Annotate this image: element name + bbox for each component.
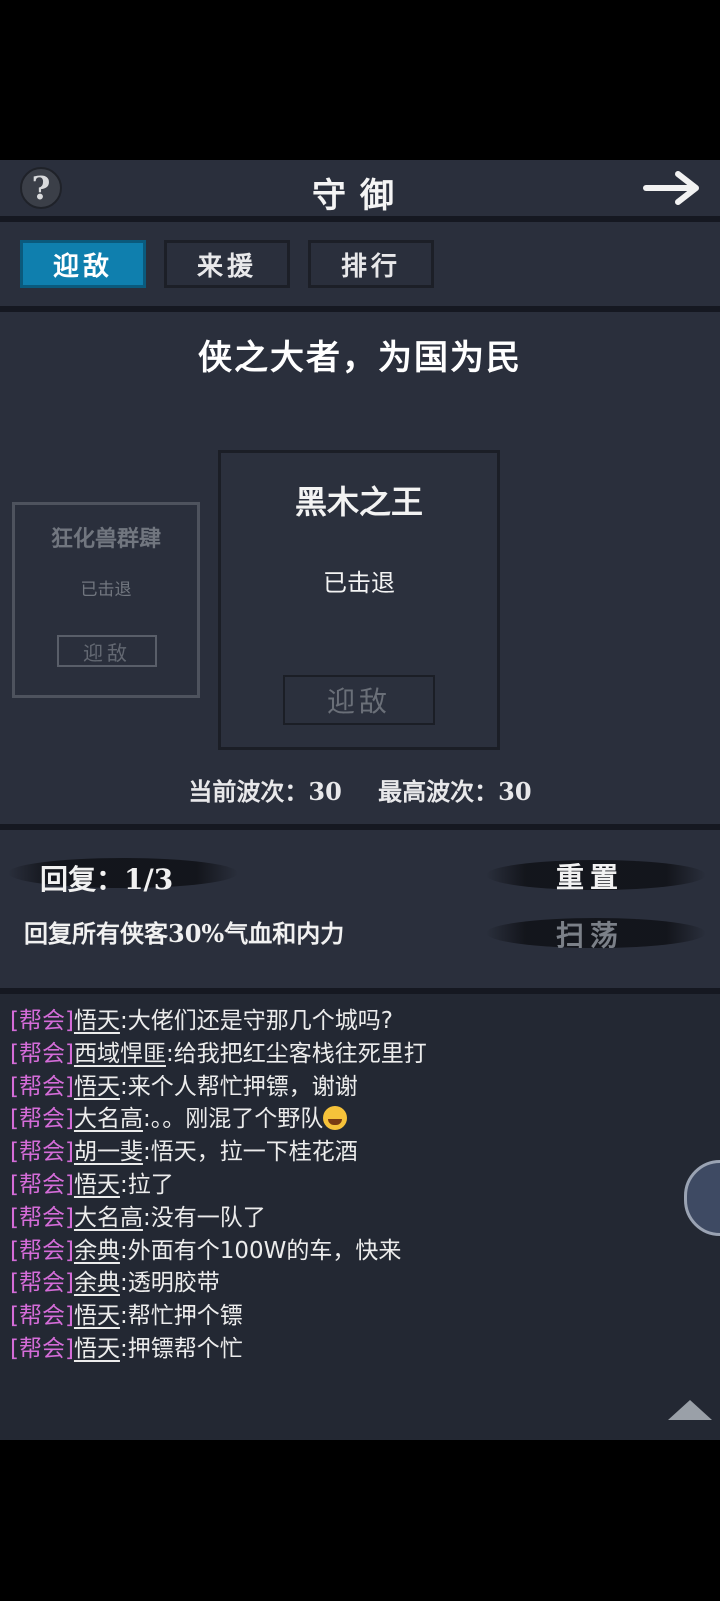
enemy-status: 已击退 [80,580,132,600]
chat-text: :没有一队了 [142,1204,266,1231]
chat-sender[interactable]: 悟天 [74,1336,120,1362]
guild-tag: [帮会] [10,1303,74,1330]
page-title: 守御 [312,176,408,216]
chat-text: :悟天，拉一下桂花酒 [142,1139,358,1166]
chat-message: [帮会]悟天:帮忙押个镖 [10,1296,243,1330]
guild-tag: [帮会] [10,1270,74,1297]
engage-button[interactable]: 迎敌 [283,675,435,725]
chat-sender[interactable]: 悟天 [74,1074,120,1100]
chat-sender[interactable]: 悟天 [74,1303,120,1329]
chat-message: [帮会]悟天:拉了 [10,1165,174,1199]
header-divider [0,216,720,222]
scroll-up-icon[interactable] [668,1400,712,1420]
enemy-name: 狂化兽群肆 [50,527,161,552]
chat-text: :大佬们还是守那几个城吗? [119,1008,393,1034]
enemy-status: 已击退 [323,569,395,597]
chat-message: [帮会]悟天:来个人帮忙押镖，谢谢 [10,1067,358,1101]
enemy-card-previous: 狂化兽群肆 已击退 迎敌 [12,502,200,698]
tab-reinforce[interactable]: 来援 [164,240,290,288]
recover-description: 回复所有侠客30%气血和内力 [24,919,345,948]
chat-sender[interactable]: 余典 [74,1270,120,1296]
chat-sender[interactable]: 余典 [74,1238,120,1264]
chat-text: :拉了 [119,1172,174,1198]
chat-sender[interactable]: 胡一斐 [74,1139,143,1165]
guild-tag: [帮会] [10,1008,74,1034]
guild-tag: [帮会] [10,1139,74,1166]
waves-divider [0,824,720,830]
chat-text: :来个人帮忙押镖，谢谢 [119,1073,358,1100]
guild-tag: [帮会] [10,1336,74,1362]
motto-text: 侠之大者，为国为民 [198,338,522,378]
chat-message: [帮会]西域悍匪:给我把红尘客栈往死里打 [10,1034,427,1068]
chat-sender[interactable]: 悟天 [74,1172,120,1198]
chat-message: [帮会]大名高:没有一队了 [10,1198,266,1232]
reset-button[interactable]: 重置 [490,856,690,896]
enemy-name: 黑木之王 [294,483,423,521]
recover-count: 回复：1/3 [40,863,174,896]
chat-sender[interactable]: 大名高 [74,1106,143,1132]
enemy-card-current: 黑木之王 已击退 迎敌 [218,450,500,750]
engage-button-previous[interactable]: 迎敌 [57,635,157,667]
chat-message: [帮会]大名高:。。刚混了个野队 [10,1099,348,1133]
chat-text: :给我把红尘客栈往死里打 [165,1040,427,1067]
guild-tag: [帮会] [10,1204,74,1231]
chat-message: [帮会]悟天:押镖帮个忙 [10,1329,243,1363]
chat-message: [帮会]余典:外面有个100W的车，快来 [10,1231,401,1265]
best-wave: 最高波次：30 [378,777,532,806]
sweep-button[interactable]: 扫荡 [490,914,690,954]
chat-text: :押镖帮个忙 [119,1336,243,1362]
arrow-right-icon[interactable] [642,168,706,208]
wave-info: 当前波次：30 最高波次：30 [0,772,720,807]
chat-message: [帮会]余典:透明胶带 [10,1263,220,1297]
chat-text: :帮忙押个镖 [119,1303,243,1330]
chat-text: :外面有个100W的车，快来 [119,1237,402,1264]
guild-tag: [帮会] [10,1073,74,1100]
tabs-divider [0,306,720,312]
current-wave: 当前波次：30 [188,777,342,806]
guild-tag: [帮会] [10,1106,74,1133]
tab-ranking[interactable]: 排行 [308,240,434,288]
chat-sender[interactable]: 大名高 [74,1205,143,1231]
chat-sender[interactable]: 悟天 [74,1008,120,1034]
chat-sender[interactable]: 西域悍匪 [74,1041,166,1067]
guild-tag: [帮会] [10,1237,74,1264]
guild-tag: [帮会] [10,1040,74,1067]
chat-text: :透明胶带 [119,1270,220,1297]
guild-tag: [帮会] [10,1172,74,1198]
chat-message: [帮会]悟天:大佬们还是守那几个城吗? [10,1001,393,1035]
sweat-smile-emoji-icon [323,1106,348,1131]
tab-engage[interactable]: 迎敌 [20,240,146,288]
chat-message: [帮会]胡一斐:悟天，拉一下桂花酒 [10,1132,358,1166]
chat-text: :。。刚混了个野队 [142,1106,324,1133]
